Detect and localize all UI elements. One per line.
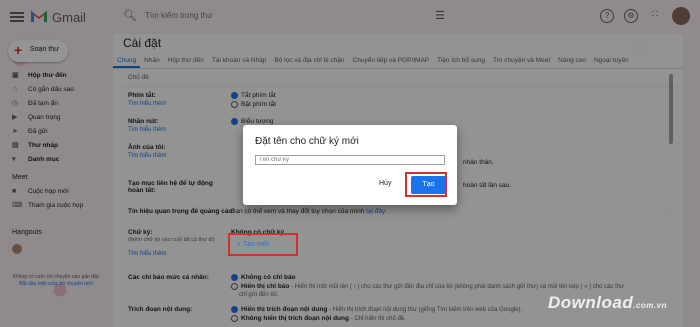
highlight-box-create [405, 172, 447, 197]
signature-name-input[interactable] [255, 155, 445, 165]
dialog-title: Đặt tên cho chữ ký mới [255, 136, 359, 147]
watermark-text: Download [548, 293, 634, 312]
cancel-button[interactable]: Hủy [379, 180, 391, 187]
watermark-suffix: .com.vn [633, 301, 667, 310]
highlight-box-create-new [228, 233, 298, 256]
watermark: Download.com.vn [548, 293, 667, 313]
